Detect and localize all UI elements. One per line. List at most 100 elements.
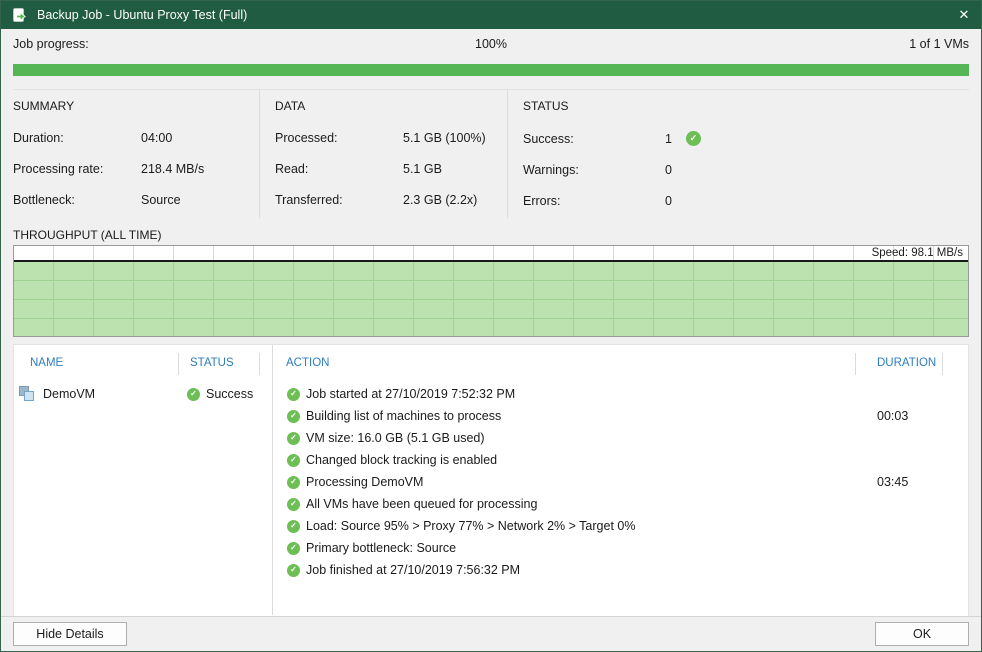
action-log-row[interactable]: ✓ Processing DemoVM 03:45 — [273, 471, 968, 493]
stat-label: Read: — [275, 162, 403, 176]
window-title: Backup Job - Ubuntu Proxy Test (Full) — [37, 8, 947, 22]
duration-column-header[interactable]: DURATION — [877, 357, 936, 369]
stat-value: 04:00 — [141, 131, 172, 145]
backup-job-icon — [11, 7, 28, 24]
status-errors-row: Errors: 0 — [523, 194, 981, 208]
details-panel: NAME STATUS DemoVM ✓ Success ACTION DURA… — [13, 344, 969, 628]
action-log: ACTION DURATION ✓ Job started at 27/10/2… — [273, 345, 968, 581]
success-check-icon: ✓ — [287, 476, 300, 489]
progress-bar — [13, 64, 969, 76]
backup-job-dialog: Backup Job - Ubuntu Proxy Test (Full) ✕ … — [0, 0, 982, 652]
action-text: All VMs have been queued for processing — [306, 497, 537, 511]
data-title: DATA — [275, 99, 507, 113]
action-text: Changed block tracking is enabled — [306, 453, 497, 467]
stat-value: 0 — [665, 194, 672, 208]
action-text: Job finished at 27/10/2019 7:56:32 PM — [306, 563, 520, 577]
vm-list: NAME STATUS DemoVM ✓ Success — [14, 345, 272, 405]
success-check-icon: ✓ — [287, 498, 300, 511]
data-read-row: Read: 5.1 GB — [275, 162, 507, 176]
success-check-icon: ✓ — [686, 131, 701, 146]
action-column-header[interactable]: ACTION — [286, 357, 329, 369]
titlebar: Backup Job - Ubuntu Proxy Test (Full) ✕ — [1, 1, 981, 29]
header-separator — [259, 353, 260, 375]
stat-label: Duration: — [13, 131, 141, 145]
action-text: VM size: 16.0 GB (5.1 GB used) — [306, 431, 485, 445]
stat-value: 5.1 GB (100%) — [403, 131, 486, 145]
action-log-row[interactable]: ✓ Building list of machines to process 0… — [273, 405, 968, 427]
job-progress-label: Job progress: — [13, 37, 89, 51]
stat-value: 2.3 GB (2.2x) — [403, 193, 477, 207]
header-separator — [942, 353, 943, 375]
stat-label: Transferred: — [275, 193, 403, 207]
success-check-icon: ✓ — [287, 542, 300, 555]
progress-fill — [13, 64, 969, 76]
status-title: STATUS — [523, 99, 981, 113]
vm-name: DemoVM — [43, 387, 178, 401]
vm-status-text: Success — [206, 387, 253, 401]
action-log-row[interactable]: ✓ All VMs have been queued for processin… — [273, 493, 968, 515]
success-check-icon: ✓ — [187, 388, 200, 401]
success-check-icon: ✓ — [287, 410, 300, 423]
success-check-icon: ✓ — [287, 454, 300, 467]
action-text: Load: Source 95% > Proxy 77% > Network 2… — [306, 519, 635, 533]
data-panel: DATA Processed: 5.1 GB (100%) Read: 5.1 … — [259, 90, 507, 218]
status-panel: STATUS Success: 1 ✓ Warnings: 0 Errors: … — [507, 90, 981, 218]
action-log-row[interactable]: ✓ Primary bottleneck: Source — [273, 537, 968, 559]
stat-label: Errors: — [523, 194, 665, 208]
action-duration: 03:45 — [877, 475, 908, 489]
stat-label: Bottleneck: — [13, 193, 141, 207]
status-column-header[interactable]: STATUS — [190, 357, 234, 369]
chart-speed-label: Speed: 98.1 MB/s — [872, 246, 963, 260]
stat-value: Source — [141, 193, 181, 207]
stat-value: 5.1 GB — [403, 162, 442, 176]
vm-counter: 1 of 1 VMs — [909, 37, 969, 51]
stat-label: Warnings: — [523, 163, 665, 177]
footer-bar: Hide Details OK — [1, 616, 981, 651]
status-success-row: Success: 1 ✓ — [523, 131, 981, 146]
throughput-title: THROUGHPUT (ALL TIME) — [13, 228, 969, 242]
summary-duration-row: Duration: 04:00 — [13, 131, 259, 145]
name-column-header[interactable]: NAME — [30, 357, 63, 369]
action-text: Building list of machines to process — [306, 409, 501, 423]
summary-bottleneck-row: Bottleneck: Source — [13, 193, 259, 207]
vm-list-header: NAME STATUS — [14, 345, 272, 383]
chart-area-series — [14, 260, 968, 336]
action-text: Primary bottleneck: Source — [306, 541, 456, 555]
summary-panel: SUMMARY Duration: 04:00 Processing rate:… — [1, 90, 259, 218]
action-text: Job started at 27/10/2019 7:52:32 PM — [306, 387, 515, 401]
stats-section: SUMMARY Duration: 04:00 Processing rate:… — [1, 90, 981, 218]
job-progress-section: Job progress: 100% 1 of 1 VMs — [1, 37, 981, 90]
vm-icon — [19, 386, 36, 402]
status-warnings-row: Warnings: 0 — [523, 163, 981, 177]
vm-row[interactable]: DemoVM ✓ Success — [14, 383, 272, 405]
stat-value: 0 — [665, 163, 672, 177]
action-text: Processing DemoVM — [306, 475, 423, 489]
action-log-row[interactable]: ✓ Job finished at 27/10/2019 7:56:32 PM — [273, 559, 968, 581]
stat-label: Success: — [523, 132, 665, 146]
action-log-header: ACTION DURATION — [273, 345, 968, 383]
hide-details-button[interactable]: Hide Details — [13, 622, 127, 646]
job-progress-percent: 100% — [475, 37, 507, 51]
action-log-row[interactable]: ✓ VM size: 16.0 GB (5.1 GB used) — [273, 427, 968, 449]
success-check-icon: ✓ — [287, 388, 300, 401]
header-separator — [855, 353, 856, 375]
summary-title: SUMMARY — [13, 99, 259, 113]
data-transferred-row: Transferred: 2.3 GB (2.2x) — [275, 193, 507, 207]
stat-label: Processing rate: — [13, 162, 141, 176]
success-check-icon: ✓ — [287, 432, 300, 445]
action-log-row[interactable]: ✓ Load: Source 95% > Proxy 77% > Network… — [273, 515, 968, 537]
success-check-icon: ✓ — [287, 520, 300, 533]
stat-label: Processed: — [275, 131, 403, 145]
data-processed-row: Processed: 5.1 GB (100%) — [275, 131, 507, 145]
throughput-chart: Speed: 98.1 MB/s — [13, 245, 969, 337]
stat-value: 218.4 MB/s — [141, 162, 204, 176]
action-log-row[interactable]: ✓ Changed block tracking is enabled — [273, 449, 968, 471]
header-separator — [178, 353, 179, 375]
summary-rate-row: Processing rate: 218.4 MB/s — [13, 162, 259, 176]
action-log-row[interactable]: ✓ Job started at 27/10/2019 7:52:32 PM — [273, 383, 968, 405]
close-button[interactable]: ✕ — [947, 1, 981, 29]
stat-value: 1 — [665, 132, 672, 146]
ok-button[interactable]: OK — [875, 622, 969, 646]
action-duration: 00:03 — [877, 409, 908, 423]
success-check-icon: ✓ — [287, 564, 300, 577]
